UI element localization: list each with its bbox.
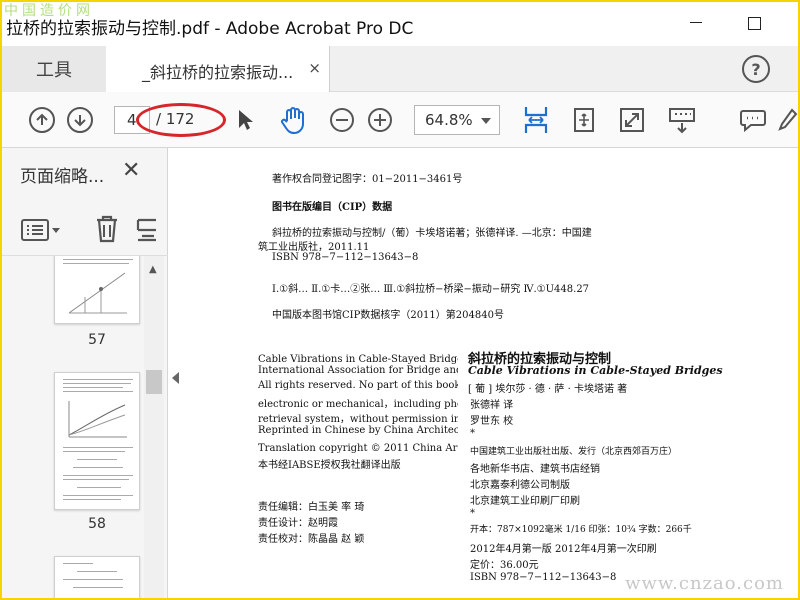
document-viewport[interactable]: 著作权合同登记图字：01−2011−3461号 图书在版编目（CIP）数据 斜拉… [184, 148, 798, 598]
cip-heading: 图书在版编目（CIP）数据 [272, 202, 393, 213]
editor-line: 责任编辑：白玉美 率 琦 [258, 502, 365, 513]
toolbar: 4 / 172 64.8% [2, 92, 798, 148]
scrollbar-thumb[interactable] [146, 370, 162, 394]
fit-width-icon [524, 107, 548, 133]
authorized-statement: 本书经IABSE授权我社翻译出版 [258, 460, 401, 471]
watermark-bottom: www.cnzao.com [625, 573, 784, 594]
english-copyright-block: Cable Vibrations in Cable-Stayed Bridges… [258, 350, 458, 460]
page-thumbnails-panel: 页面缩略... ✕ 57 58 ▲ [2, 148, 168, 598]
thumbnail-page-58[interactable] [54, 372, 140, 510]
publisher-line: 中国建筑工业出版社出版、发行（北京西郊百万庄） [470, 447, 678, 457]
copyright-registration: 著作权合同登记图字：01−2011−3461号 [272, 174, 463, 185]
window-title: 拉桥的拉索振动与控制.pdf - Adobe Acrobat Pro DC [6, 19, 414, 39]
plus-circle-icon [368, 108, 392, 132]
translation-copyright: Translation copyright © 2011 China Archi… [258, 443, 458, 454]
translator-line: 张德祥 译 [470, 400, 514, 411]
tab-close-icon[interactable]: × [308, 59, 321, 77]
scrolling-mode-button[interactable] [568, 92, 600, 148]
rotate-page-icon[interactable] [136, 216, 158, 244]
format-line: 开本：787×1092毫米 1/16 印张：10¾ 字数：266千 [470, 525, 692, 535]
cip-isbn: ISBN 978−7−112−13643−8 [272, 252, 419, 263]
scroll-up-icon[interactable]: ▲ [149, 264, 157, 275]
expand-icon [620, 108, 644, 132]
en-line: Cable Vibrations in Cable-Stayed Bridges… [258, 354, 458, 365]
comment-icon [740, 110, 766, 133]
collapse-panel-icon[interactable] [172, 372, 179, 384]
printer-line: 北京建筑工业印刷厂印刷 [470, 496, 580, 507]
minimize-button[interactable] [678, 8, 714, 38]
sellers-line: 各地新华书店、建筑书店经销 [470, 464, 600, 475]
panel-close-icon[interactable]: ✕ [122, 158, 140, 183]
highlight-button[interactable] [778, 92, 798, 148]
zoom-in-button[interactable] [364, 92, 396, 148]
en-line: retrieval system，without permission in w… [258, 414, 458, 425]
hand-icon [281, 107, 304, 134]
move-page-icon [574, 108, 594, 132]
chevron-down-icon [481, 118, 491, 124]
tab-tools[interactable]: 工具 [2, 46, 106, 92]
cip-line-2: 筑工业出版社，2011.11 [258, 242, 370, 253]
en-line: All rights reserved. No part of this boo… [258, 380, 458, 391]
cursor-arrow-icon [239, 110, 253, 130]
proofreader-line: 责任校对：陈晶晶 赵 颖 [258, 534, 365, 545]
help-icon[interactable]: ? [742, 55, 770, 83]
isbn-bottom: ISBN 978−7−112−13643−8 [470, 572, 617, 583]
separator-star-2: * [470, 508, 475, 519]
edition-line: 2012年4月第一版 2012年4月第一次印刷 [470, 544, 657, 555]
thumbnail-figure [68, 272, 127, 314]
cip-line-1: 斜拉桥的拉索振动与控制/（葡）卡埃塔诺著；张德祥译. —北京：中国建 [272, 228, 592, 239]
panel-title: 页面缩略... [20, 167, 105, 187]
annotation-oval [136, 103, 226, 137]
zoom-out-button[interactable] [326, 92, 358, 148]
typesetter-line: 北京嘉泰利德公司制版 [470, 480, 570, 491]
en-line: electronic or mechanical，including photo… [258, 399, 458, 410]
en-line: Reprinted in Chinese by China Architectu… [258, 425, 458, 436]
separator-star: * [470, 428, 475, 439]
cip-number: 中国版本图书馆CIP数据核字（2011）第204840号 [272, 310, 504, 321]
author-line: [ 葡 ] 埃尔莎 · 德 · 萨 · 卡埃塔诺 著 [468, 384, 628, 395]
trash-icon[interactable] [94, 214, 120, 244]
thumbnail-label-57: 57 [88, 332, 106, 348]
page-display-button[interactable] [664, 92, 700, 148]
select-tool-button[interactable] [232, 92, 258, 148]
thumbnail-label-58: 58 [88, 516, 106, 532]
format-clip: 开本：787×1092毫米 1/16 印张：10¾ 字数：266千 [470, 522, 726, 538]
tab-document[interactable]: _斜拉桥的拉索振动... × [106, 46, 330, 92]
fit-width-button[interactable] [520, 92, 552, 148]
en-line: International Association for Bridge and… [258, 365, 458, 376]
tab-document-label: _斜拉桥的拉索振动... [142, 63, 294, 82]
thumbnail-page-59[interactable] [54, 556, 140, 598]
price-line: 定价：36.00元 [470, 560, 539, 571]
maximize-button[interactable] [736, 8, 772, 38]
tab-bar: 工具 _斜拉桥的拉索振动... × ? [2, 46, 798, 92]
thumbnail-chart [68, 401, 127, 438]
minus-circle-icon [330, 108, 354, 132]
zoom-level-select[interactable]: 64.8% [414, 105, 500, 135]
pen-icon [778, 108, 798, 131]
panel-toolbar [2, 204, 168, 256]
next-page-button[interactable] [64, 92, 96, 148]
designer-line: 责任设计：赵明霞 [258, 518, 338, 529]
book-title-en: Cable Vibrations in Cable-Stayed Bridges [468, 364, 723, 377]
reviewer-line: 罗世东 校 [470, 416, 514, 427]
keyboard-download-icon [669, 108, 695, 134]
thumbnail-scrollbar[interactable]: ▲ [144, 256, 164, 598]
document-page: 著作权合同登记图字：01−2011−3461号 图书在版编目（CIP）数据 斜拉… [184, 148, 798, 598]
comment-button[interactable] [736, 92, 770, 148]
hand-tool-button[interactable] [276, 92, 310, 148]
arrow-down-circle-icon [67, 107, 93, 133]
cip-subjects: Ⅰ.①斜… Ⅱ.①卡…②张… Ⅲ.①斜拉桥−桥梁−振动−研究 Ⅳ.①U448.2… [272, 284, 590, 295]
thumbnail-options-icon[interactable] [20, 218, 62, 242]
arrow-up-circle-icon [29, 107, 55, 133]
title-bar: 中国造价网 拉桥的拉索振动与控制.pdf - Adobe Acrobat Pro… [2, 2, 798, 46]
zoom-level-value: 64.8% [425, 111, 473, 129]
full-screen-button[interactable] [616, 92, 648, 148]
thumbnail-page-57[interactable] [54, 256, 140, 324]
previous-page-button[interactable] [26, 92, 58, 148]
